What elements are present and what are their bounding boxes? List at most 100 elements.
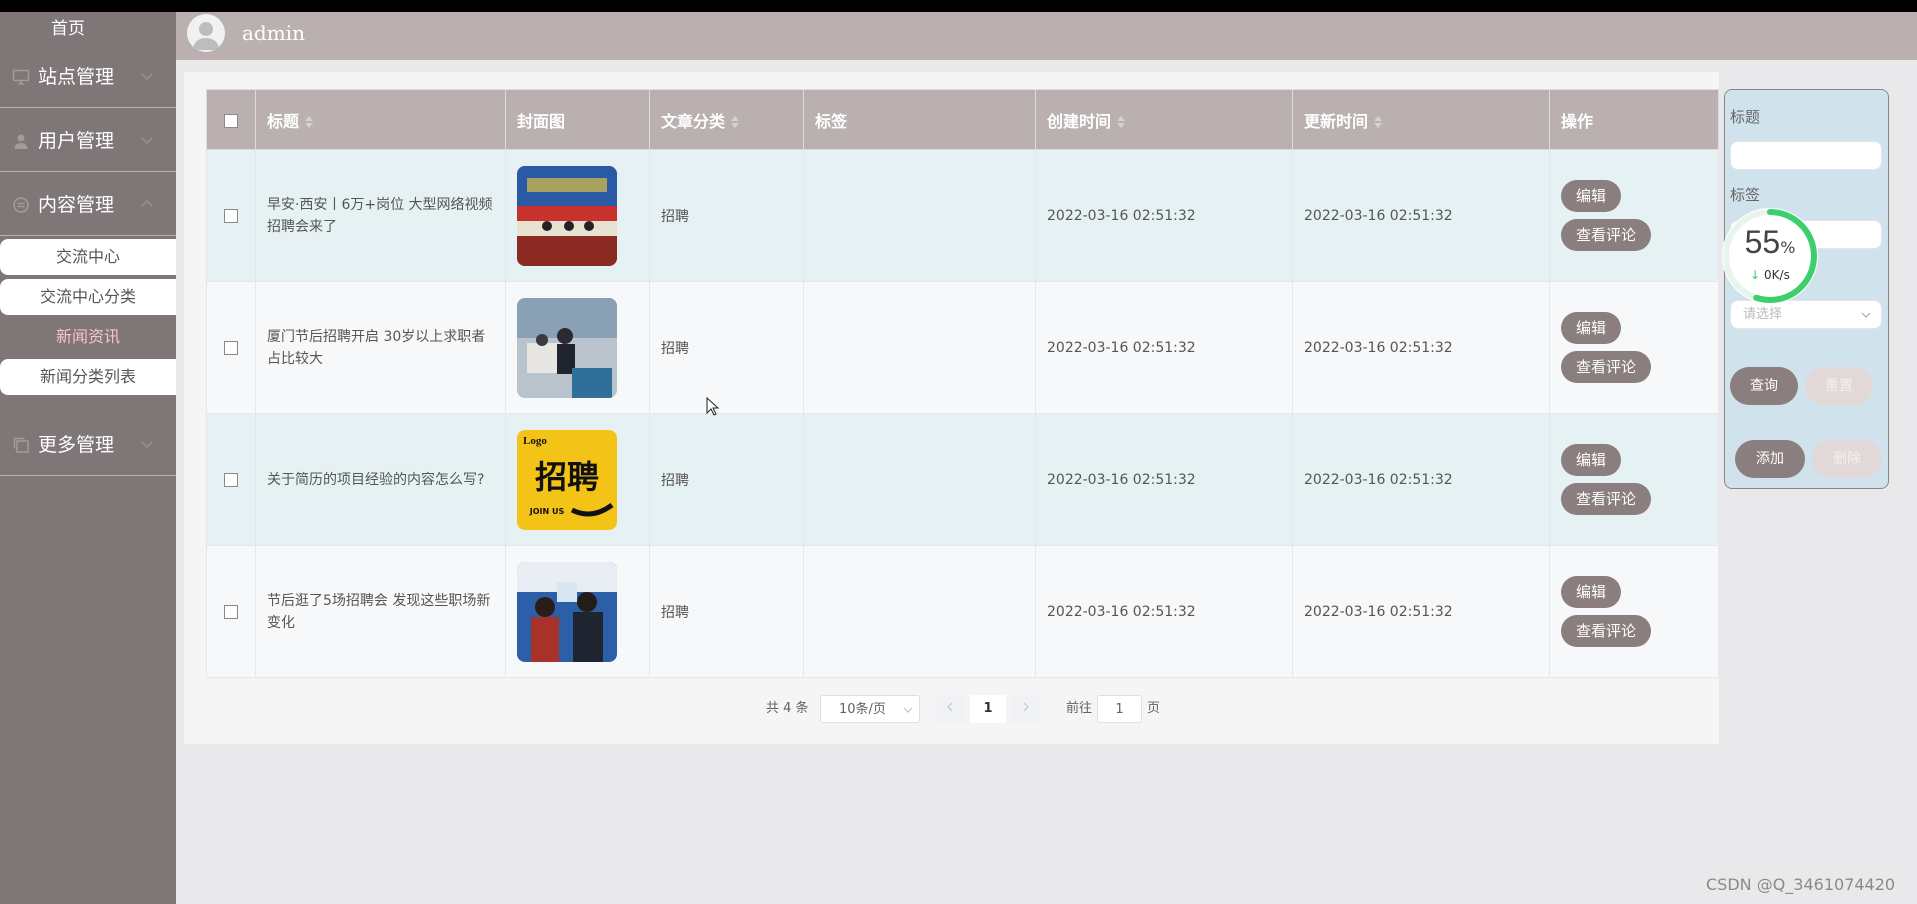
row-checkbox[interactable] bbox=[224, 340, 238, 355]
user-icon bbox=[14, 134, 28, 149]
row-title: 节后逛了5场招聘会 发现这些职场新变化 bbox=[255, 545, 506, 678]
sort-icon[interactable] bbox=[731, 116, 740, 128]
row-title: 早安·西安丨6万+岗位 大型网络视频招聘会来了 bbox=[255, 149, 506, 282]
cover-logo-text: Logo bbox=[523, 435, 547, 447]
sidebar-item-exchange-center[interactable]: 交流中心 bbox=[0, 239, 176, 275]
goto-label: 前往 bbox=[1066, 701, 1093, 716]
column-header-tag: 标签 bbox=[803, 89, 1036, 150]
cover-image[interactable]: Logo 招聘 JOIN US bbox=[517, 429, 617, 530]
avatar[interactable] bbox=[187, 14, 225, 52]
edit-button[interactable]: 编辑 bbox=[1561, 444, 1622, 476]
sidebar-group-label: 内容管理 bbox=[38, 194, 115, 216]
reset-button[interactable]: 重置 bbox=[1805, 367, 1873, 405]
column-header-actions: 操作 bbox=[1549, 89, 1719, 150]
page-size-select[interactable]: 10条/页 bbox=[820, 695, 920, 723]
cover-main-text: 招聘 bbox=[535, 458, 599, 496]
sidebar-group-content[interactable]: 内容管理 bbox=[0, 174, 176, 236]
row-category: 招聘 bbox=[649, 545, 804, 678]
row-tag bbox=[803, 281, 1036, 414]
sort-icon[interactable] bbox=[1374, 116, 1383, 128]
chevron-down-icon bbox=[141, 73, 153, 80]
row-title: 厦门节后招聘开启 30岁以上求职者占比较大 bbox=[255, 281, 506, 414]
view-comments-button[interactable]: 查看评论 bbox=[1561, 351, 1652, 383]
row-cover-cell bbox=[505, 149, 650, 282]
column-header-category[interactable]: 文章分类 bbox=[649, 89, 804, 150]
row-tag bbox=[803, 413, 1036, 546]
row-updated-time: 2022-03-16 02:51:32 bbox=[1292, 281, 1550, 414]
sidebar-item-exchange-category[interactable]: 交流中心分类 bbox=[0, 279, 176, 315]
sort-icon[interactable] bbox=[305, 116, 314, 128]
row-title: 关于简历的项目经验的内容怎么写? bbox=[255, 413, 506, 546]
row-created-time: 2022-03-16 02:51:32 bbox=[1035, 413, 1293, 546]
row-actions: 编辑 查看评论 bbox=[1549, 545, 1719, 678]
query-button[interactable]: 查询 bbox=[1730, 367, 1798, 405]
view-comments-button[interactable]: 查看评论 bbox=[1561, 483, 1652, 515]
row-tag bbox=[803, 149, 1036, 282]
add-button[interactable]: 添加 bbox=[1735, 440, 1805, 478]
next-page-button[interactable] bbox=[1011, 695, 1041, 723]
select-all-checkbox[interactable] bbox=[224, 113, 238, 128]
filter-category-select[interactable]: 请选择 bbox=[1730, 300, 1882, 329]
row-checkbox[interactable] bbox=[224, 472, 238, 487]
row-cover-cell bbox=[505, 281, 650, 414]
column-header-updated[interactable]: 更新时间 bbox=[1292, 89, 1550, 150]
row-updated-time: 2022-03-16 02:51:32 bbox=[1292, 149, 1550, 282]
row-category: 招聘 bbox=[649, 149, 804, 282]
row-created-time: 2022-03-16 02:51:32 bbox=[1035, 545, 1293, 678]
cover-image[interactable] bbox=[517, 297, 617, 398]
chevron-down-icon bbox=[141, 441, 153, 448]
row-created-time: 2022-03-16 02:51:32 bbox=[1035, 281, 1293, 414]
sidebar-group-more[interactable]: 更多管理 bbox=[0, 414, 176, 476]
chevron-up-icon bbox=[141, 200, 153, 207]
sidebar-item-news-categories[interactable]: 新闻分类列表 bbox=[0, 359, 176, 395]
table-row: 关于简历的项目经验的内容怎么写? Logo 招聘 JOIN US 招聘 2022… bbox=[206, 413, 1719, 546]
goto-page-input[interactable]: 1 bbox=[1097, 695, 1142, 723]
speed-percent: 55 bbox=[1744, 224, 1781, 260]
row-tag bbox=[803, 545, 1036, 678]
view-comments-button[interactable]: 查看评论 bbox=[1561, 219, 1652, 251]
row-actions: 编辑 查看评论 bbox=[1549, 413, 1719, 546]
delete-button[interactable]: 删除 bbox=[1812, 440, 1882, 478]
filter-tag-label: 标签 bbox=[1730, 186, 1761, 204]
cover-sub-text: JOIN US bbox=[529, 507, 565, 516]
column-header-created[interactable]: 创建时间 bbox=[1035, 89, 1293, 150]
row-checkbox[interactable] bbox=[224, 208, 238, 223]
sidebar: 首页 站点管理 用户管理 内容管理 交流中心 交流中心分类 新闻资讯 新闻分类列… bbox=[0, 12, 176, 904]
speed-rate: 0K/s bbox=[1764, 268, 1790, 282]
table-row: 节后逛了5场招聘会 发现这些职场新变化 招聘 2022-03-16 02:51:… bbox=[206, 545, 1719, 678]
row-select-cell bbox=[206, 413, 256, 546]
row-checkbox[interactable] bbox=[224, 604, 238, 619]
watermark: CSDN @Q_3461074420 bbox=[1706, 875, 1896, 894]
table-row: 早安·西安丨6万+岗位 大型网络视频招聘会来了 招聘 2022-03-16 02… bbox=[206, 149, 1719, 282]
sidebar-group-label: 站点管理 bbox=[38, 66, 115, 88]
row-cover-cell bbox=[505, 545, 650, 678]
chevron-down-icon bbox=[903, 707, 913, 713]
select-all-cell bbox=[206, 89, 256, 150]
row-actions: 编辑 查看评论 bbox=[1549, 281, 1719, 414]
view-comments-button[interactable]: 查看评论 bbox=[1561, 615, 1652, 647]
edit-button[interactable]: 编辑 bbox=[1561, 312, 1622, 344]
column-header-title[interactable]: 标题 bbox=[255, 89, 506, 150]
row-updated-time: 2022-03-16 02:51:32 bbox=[1292, 413, 1550, 546]
cover-image[interactable] bbox=[517, 165, 617, 266]
sidebar-group-site[interactable]: 站点管理 bbox=[0, 46, 176, 108]
edit-button[interactable]: 编辑 bbox=[1561, 180, 1622, 212]
sidebar-group-users[interactable]: 用户管理 bbox=[0, 110, 176, 172]
page-number-current[interactable]: 1 bbox=[970, 695, 1006, 723]
top-header: admin bbox=[176, 12, 1917, 60]
edit-button[interactable]: 编辑 bbox=[1561, 576, 1622, 608]
prev-page-button[interactable] bbox=[935, 695, 965, 723]
filter-title-input[interactable] bbox=[1730, 141, 1882, 170]
row-category: 招聘 bbox=[649, 281, 804, 414]
sidebar-home-link[interactable]: 首页 bbox=[0, 12, 136, 46]
row-select-cell bbox=[206, 545, 256, 678]
chevron-down-icon bbox=[141, 137, 153, 144]
top-strip bbox=[0, 0, 1917, 12]
speed-percent-unit: % bbox=[1780, 238, 1796, 257]
sidebar-group-label: 用户管理 bbox=[38, 130, 115, 152]
sort-icon[interactable] bbox=[1117, 116, 1126, 128]
cover-image[interactable] bbox=[517, 561, 617, 662]
sidebar-item-news[interactable]: 新闻资讯 bbox=[0, 319, 176, 355]
user-avatar-icon bbox=[193, 22, 219, 50]
network-speed-widget[interactable]: 55% ↓ 0K/s bbox=[1722, 208, 1818, 304]
